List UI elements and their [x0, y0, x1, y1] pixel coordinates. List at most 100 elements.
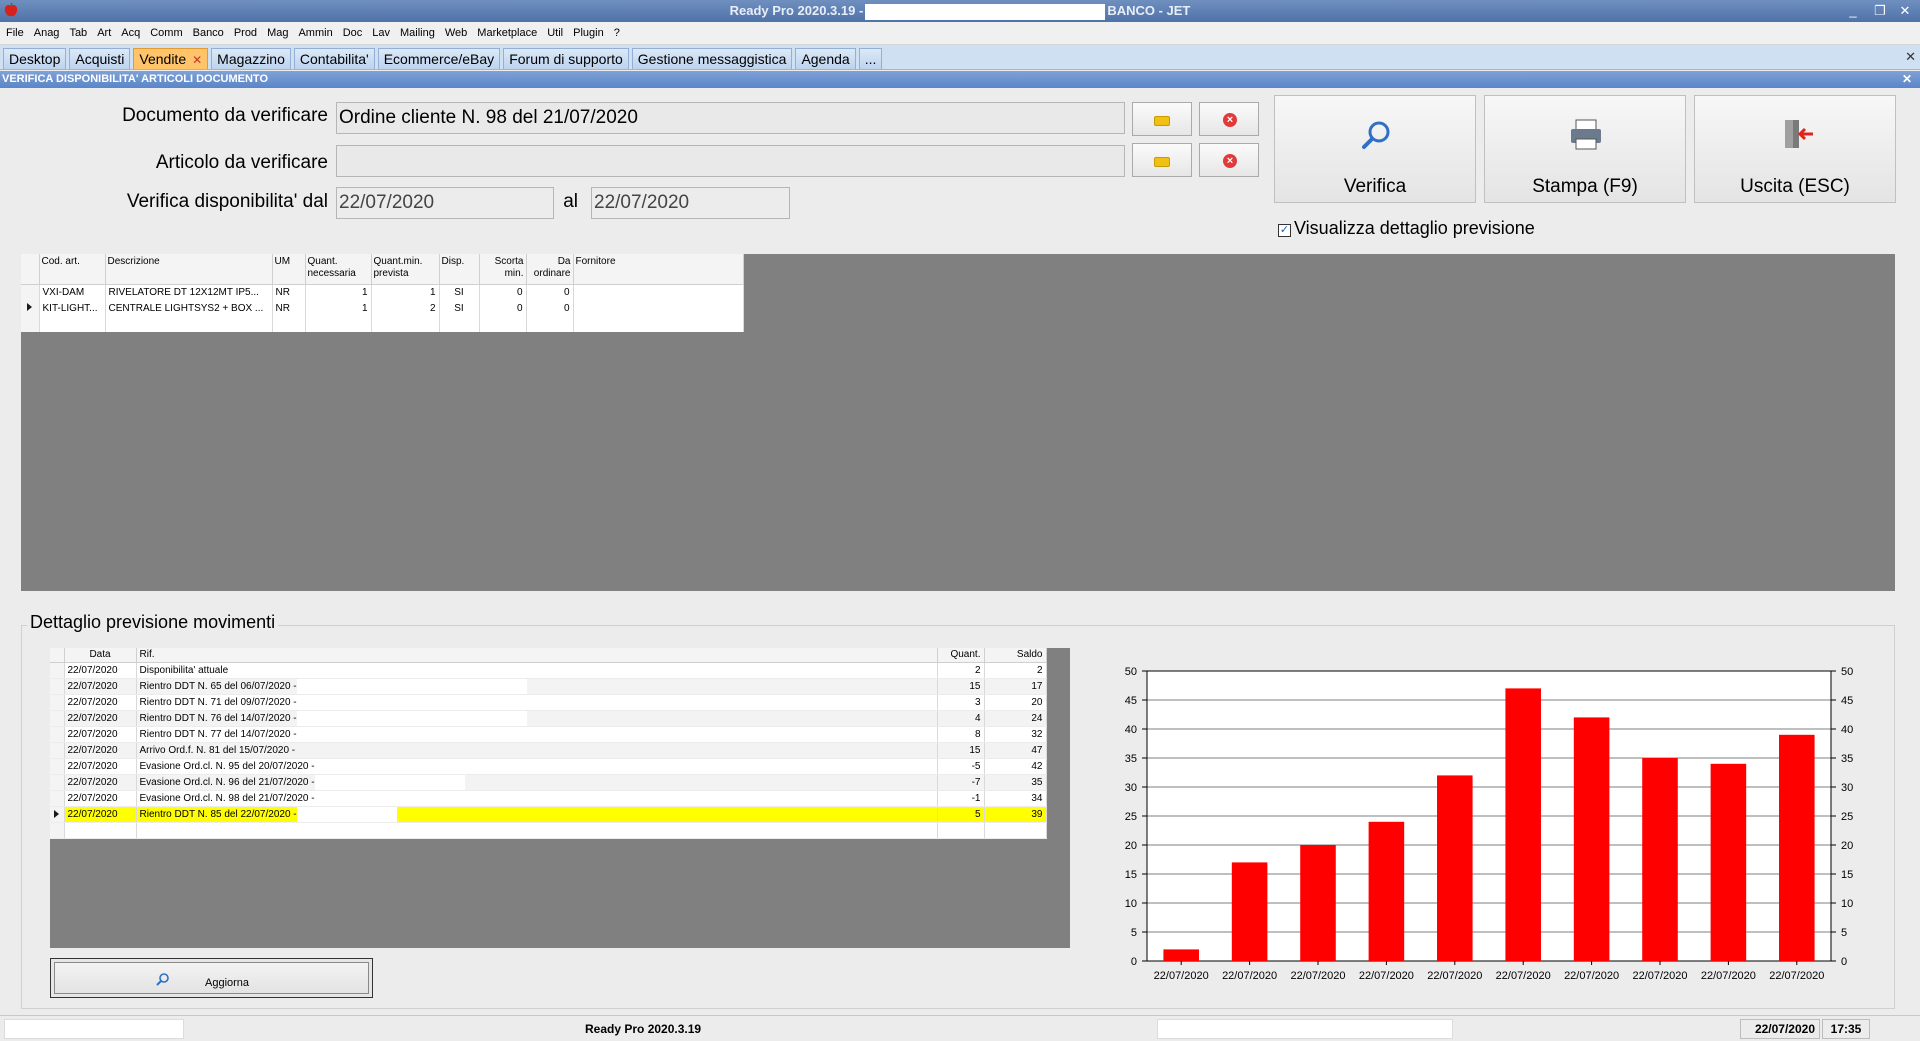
table-row[interactable]: 22/07/2020 Rientro DDT N. 76 del 14/07/2… [50, 710, 1047, 727]
col-descrizione[interactable]: Descrizione [105, 254, 273, 285]
table-row[interactable]: 22/07/2020 Evasione Ord.cl. N. 96 del 21… [50, 774, 1047, 791]
window-title-left: Ready Pro 2020.3.19 - [729, 3, 864, 18]
tab-magazzino[interactable]: Magazzino [211, 48, 291, 69]
col-quant-min-prevista[interactable]: Quant.min. prevista [371, 254, 440, 285]
cell-da-ordinare: 0 [526, 284, 574, 300]
menu-comm[interactable]: Comm [146, 22, 186, 45]
col-cod-art[interactable]: Cod. art. [39, 254, 106, 285]
col-saldo[interactable]: Saldo [984, 648, 1047, 663]
col-da-ordinare[interactable]: Da ordinare [526, 254, 574, 285]
cell-data: 22/07/2020 [64, 790, 137, 807]
tab-more[interactable]: ... [858, 48, 883, 69]
menu-plugin[interactable]: Plugin [569, 22, 608, 45]
cell-rif-text: Evasione Ord.cl. N. 98 del 21/07/2020 - [139, 793, 315, 805]
tab-forum[interactable]: Forum di supporto [503, 48, 629, 69]
bar [1779, 734, 1815, 961]
menu-mailing[interactable]: Mailing [396, 22, 439, 45]
cell-saldo: 20 [984, 694, 1047, 711]
col-rif[interactable]: Rif. [136, 648, 938, 663]
table-row[interactable]: 22/07/2020 Disponibilita' attuale 2 2 [50, 662, 1047, 679]
tab-messaggistica[interactable]: Gestione messaggistica [631, 48, 793, 69]
y-tick-label-left: 0 [1131, 956, 1137, 968]
close-tab-icon[interactable]: ✕ [192, 53, 202, 67]
cell-descrizione: CENTRALE LIGHTSYS2 + BOX ... [105, 300, 273, 316]
cell-rif: Rientro DDT N. 77 del 14/07/2020 - [136, 726, 938, 743]
cell-data: 22/07/2020 [64, 742, 137, 759]
table-row[interactable]: KIT-LIGHT... CENTRALE LIGHTSYS2 + BOX ..… [21, 300, 744, 316]
close-window-button[interactable]: ✕ [1894, 2, 1916, 20]
menu-banco[interactable]: Banco [189, 22, 228, 45]
col-quant-necessaria[interactable]: Quant. necessaria [305, 254, 372, 285]
col-fornitore[interactable]: Fornitore [573, 254, 744, 285]
menu-util[interactable]: Util [543, 22, 567, 45]
articles-grid[interactable]: Cod. art. Descrizione UM Quant. necessar… [21, 254, 1895, 591]
table-row[interactable]: 22/07/2020 Arrivo Ord.f. N. 81 del 15/07… [50, 742, 1047, 759]
cell-saldo: 35 [984, 774, 1047, 791]
col-um[interactable]: UM [272, 254, 306, 285]
dettaglio-checkbox-row[interactable]: ✓ Visualizza dettaglio previsione [1278, 218, 1535, 239]
row-indicator [50, 758, 65, 775]
table-row-selected[interactable]: 22/07/2020 Rientro DDT N. 85 del 22/07/2… [50, 806, 1047, 823]
tab-contabilita[interactable]: Contabilita' [293, 48, 375, 69]
table-row[interactable]: VXI-DAM RIVELATORE DT 12X12MT IP5... NR … [21, 284, 744, 300]
menu-lav[interactable]: Lav [368, 22, 394, 45]
tab-desktop[interactable]: Desktop [3, 48, 67, 69]
date-to-field[interactable]: 22/07/2020 [591, 187, 790, 219]
clear-document-button[interactable]: × [1199, 102, 1259, 136]
menu-help[interactable]: ? [610, 22, 624, 45]
articolo-field[interactable] [336, 145, 1125, 177]
cell-quant: -5 [937, 758, 985, 775]
table-row[interactable]: 22/07/2020 Rientro DDT N. 71 del 09/07/2… [50, 694, 1047, 711]
date-from-field[interactable]: 22/07/2020 [336, 187, 554, 219]
tab-label: Agenda [801, 51, 850, 67]
menu-tab[interactable]: Tab [65, 22, 91, 45]
table-row[interactable]: 22/07/2020 Rientro DDT N. 77 del 14/07/2… [50, 726, 1047, 743]
menu-art[interactable]: Art [93, 22, 115, 45]
uscita-label: Uscita (ESC) [1740, 176, 1850, 197]
cell-da-ordinare: 0 [526, 300, 574, 316]
tab-agenda[interactable]: Agenda [795, 48, 856, 69]
menu-prod[interactable]: Prod [230, 22, 261, 45]
restore-button[interactable]: ❐ [1869, 2, 1891, 20]
y-tick-label-left: 25 [1125, 811, 1137, 823]
menu-marketplace[interactable]: Marketplace [473, 22, 541, 45]
cell-saldo: 47 [984, 742, 1047, 759]
tab-ecommerce[interactable]: Ecommerce/eBay [377, 48, 501, 69]
tab-acquisti[interactable]: Acquisti [69, 48, 131, 69]
menu-mag[interactable]: Mag [263, 22, 292, 45]
cell-data: 22/07/2020 [64, 710, 137, 727]
clear-icon: × [1223, 113, 1237, 127]
verifica-button[interactable]: Verifica [1274, 95, 1476, 203]
uscita-button[interactable]: Uscita (ESC) [1694, 95, 1896, 203]
menu-web[interactable]: Web [441, 22, 471, 45]
stampa-button[interactable]: Stampa (F9) [1484, 95, 1686, 203]
close-icon[interactable]: ✕ [1905, 49, 1916, 65]
menu-doc[interactable]: Doc [339, 22, 367, 45]
col-disp[interactable]: Disp. [439, 254, 480, 285]
menu-acq[interactable]: Acq [117, 22, 144, 45]
menu-ammin[interactable]: Ammin [294, 22, 336, 45]
table-row[interactable]: 22/07/2020 Rientro DDT N. 65 del 06/07/2… [50, 678, 1047, 695]
col-quant[interactable]: Quant. [937, 648, 985, 663]
close-form-icon[interactable]: ✕ [1902, 71, 1912, 88]
select-article-button[interactable] [1132, 143, 1192, 177]
x-tick-label: 22/07/2020 [1701, 970, 1756, 980]
col-data[interactable]: Data [64, 648, 137, 663]
detail-grid[interactable]: Data Rif. Quant. Saldo 22/07/2020 Dispon… [50, 648, 1070, 948]
menu-file[interactable]: File [2, 22, 28, 45]
tab-vendite[interactable]: Vendite ✕ [133, 48, 209, 69]
table-row[interactable]: 22/07/2020 Evasione Ord.cl. N. 98 del 21… [50, 790, 1047, 807]
select-document-button[interactable] [1132, 102, 1192, 136]
cell-saldo: 24 [984, 710, 1047, 727]
row-indicator [50, 694, 65, 711]
dettaglio-checkbox[interactable]: ✓ [1278, 224, 1291, 237]
aggiorna-button[interactable]: Aggiorna [50, 958, 373, 998]
col-scorta-min[interactable]: Scorta min. [479, 254, 527, 285]
documento-field[interactable]: Ordine cliente N. 98 del 21/07/2020 [336, 102, 1125, 134]
row-indicator [50, 662, 65, 679]
minimize-button[interactable]: _ [1842, 2, 1864, 20]
cell-cod-art: VXI-DAM [39, 284, 106, 300]
table-row[interactable]: 22/07/2020 Evasione Ord.cl. N. 95 del 20… [50, 758, 1047, 775]
menu-anag[interactable]: Anag [30, 22, 64, 45]
clear-article-button[interactable]: × [1199, 143, 1259, 177]
